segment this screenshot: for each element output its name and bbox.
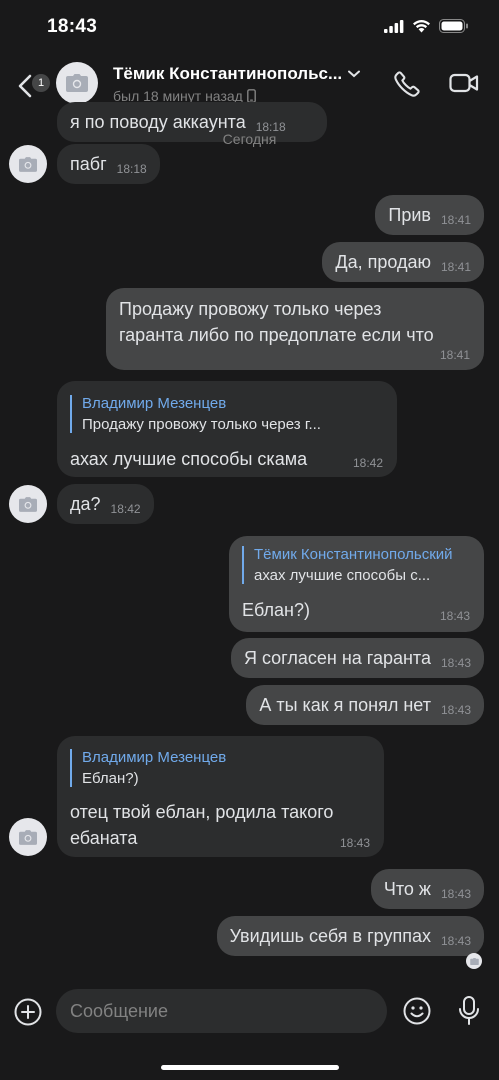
message-incoming[interactable]: пабг 18:18 [57, 144, 160, 184]
message-outgoing[interactable]: Что ж 18:43 [370, 869, 484, 909]
message-time: 18:43 [440, 887, 471, 901]
camera-icon [66, 74, 88, 92]
message-incoming[interactable]: Владимир Мезенцев Продажу провожу только… [57, 381, 397, 477]
message-text: Я согласен на гаранта [243, 647, 431, 668]
attach-button[interactable] [13, 997, 43, 1032]
message-time: 18:41 [440, 260, 471, 274]
camera-icon [469, 957, 479, 965]
message-text: Еблан?) [242, 600, 310, 620]
message-time: 18:42 [110, 502, 141, 516]
wifi-icon [413, 20, 430, 33]
emoji-button[interactable] [402, 996, 432, 1031]
message-text: я по поводу аккаунта [70, 111, 246, 132]
message-input[interactable] [56, 989, 387, 1033]
back-button[interactable]: 1 [10, 66, 50, 106]
camera-icon [19, 496, 37, 512]
message-text: ахах лучшие способы скама [70, 449, 308, 469]
status-bar: 18:43 [0, 0, 499, 56]
message-time: 18:43 [440, 703, 471, 717]
call-button[interactable] [393, 70, 421, 103]
read-receipt-avatar [466, 953, 482, 969]
battery-icon [439, 19, 468, 33]
message-line: ебаната [70, 828, 138, 848]
status-time: 18:43 [47, 16, 98, 37]
contact-name-row[interactable]: Тёмик Константинопольс... [113, 64, 361, 84]
camera-icon [19, 829, 37, 845]
chevron-down-icon [348, 70, 361, 78]
message-outgoing[interactable]: Увидишь себя в группах 18:43 [216, 916, 484, 956]
video-call-button[interactable] [449, 72, 479, 99]
message-text: Что ж [383, 878, 431, 899]
reply-text: Еблан?) [82, 770, 139, 787]
reply-quote[interactable]: Тёмик Константинопольский ахах лучшие сп… [242, 546, 453, 584]
unread-badge: 1 [32, 74, 50, 92]
message-time: 18:43 [440, 934, 471, 948]
voice-message-button[interactable] [458, 995, 480, 1032]
message-outgoing[interactable]: Я согласен на гаранта 18:43 [230, 638, 484, 678]
message-time: 18:41 [440, 213, 471, 227]
message-text: Продажу провожу только через гаранта либ… [119, 296, 434, 348]
message-time: 18:42 [352, 456, 383, 470]
message-line: гаранта либо по предоплате если что [119, 325, 434, 345]
sender-avatar[interactable] [9, 485, 47, 523]
message-text: да? [70, 493, 101, 514]
reply-text: ахах лучшие способы с... [254, 567, 431, 584]
message-incoming[interactable]: Владимир Мезенцев Еблан?) отец твой ебла… [57, 736, 384, 857]
contact-avatar[interactable] [56, 62, 98, 104]
reply-text: Продажу провожу только через г... [82, 416, 321, 433]
sender-avatar[interactable] [9, 145, 47, 183]
reply-author: Владимир Мезенцев [82, 395, 227, 412]
sender-avatar[interactable] [9, 818, 47, 856]
emoji-icon [403, 997, 431, 1025]
message-time: 18:18 [116, 162, 147, 176]
reply-author: Тёмик Константинопольский [254, 546, 453, 563]
phone-icon [394, 71, 420, 97]
message-outgoing[interactable]: Да, продаю 18:41 [322, 242, 484, 282]
home-indicator[interactable] [161, 1065, 339, 1070]
message-text: А ты как я понял нет [259, 694, 431, 715]
message-outgoing[interactable]: Продажу провожу только через гаранта либ… [106, 288, 484, 370]
microphone-icon [459, 996, 479, 1025]
reply-author: Владимир Мезенцев [82, 749, 227, 766]
message-composer [0, 985, 499, 1037]
message-text: пабг [70, 153, 107, 174]
camera-icon [19, 156, 37, 172]
message-text: отец твой еблан, родила такого ебаната [70, 799, 333, 851]
reply-quote[interactable]: Владимир Мезенцев Продажу провожу только… [70, 395, 321, 433]
contact-name: Тёмик Константинопольс... [113, 64, 343, 83]
message-outgoing[interactable]: А ты как я понял нет 18:43 [246, 685, 484, 725]
message-text: Увидишь себя в группах [229, 925, 431, 946]
message-line: отец твой еблан, родила такого [70, 802, 334, 822]
message-text: Прив [388, 204, 431, 225]
status-icons [384, 19, 469, 33]
message-time: 18:43 [439, 609, 470, 623]
reply-quote[interactable]: Владимир Мезенцев Еблан?) [70, 749, 226, 787]
message-time: 18:43 [339, 836, 370, 850]
message-outgoing[interactable]: Тёмик Константинопольский ахах лучшие сп… [229, 536, 484, 632]
message-incoming[interactable]: да? 18:42 [57, 484, 154, 524]
plus-circle-icon [14, 998, 42, 1026]
mobile-device-icon [246, 89, 256, 103]
message-line: Продажу провожу только через [119, 299, 382, 319]
message-time: 18:41 [439, 348, 470, 362]
message-text: Да, продаю [335, 251, 431, 272]
message-time: 18:43 [440, 656, 471, 670]
signal-icon [384, 19, 404, 33]
message-outgoing[interactable]: Прив 18:41 [375, 195, 484, 235]
video-camera-icon [449, 73, 479, 93]
